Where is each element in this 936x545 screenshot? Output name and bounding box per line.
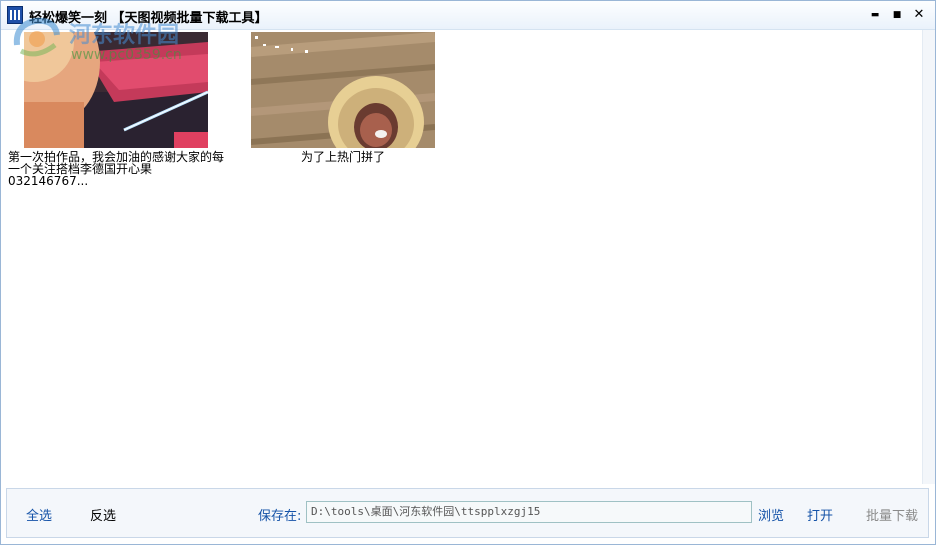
minimize-button[interactable]: ▬ — [865, 6, 885, 24]
app-window: 轻松爆笑一刻 【天图视频批量下载工具】 ▬ ■ ✕ 第一次拍作品，我会加油的感谢… — [0, 0, 936, 545]
video-caption: 为了上热门拼了 — [300, 150, 385, 164]
video-grid: 第一次拍作品，我会加油的感谢大家的每一个关注搭档李德国开心果032146767.… — [2, 30, 923, 484]
select-all-button[interactable]: 全选 — [26, 505, 52, 524]
video-thumbnail[interactable] — [251, 32, 435, 148]
batch-download-button[interactable]: 批量下载 — [866, 505, 918, 524]
app-icon — [7, 6, 23, 24]
scrollbar-track[interactable] — [922, 30, 935, 484]
save-location-label: 保存在: — [258, 509, 302, 524]
save-path-input[interactable]: D:\tools\桌面\河东软件园\ttspplxzgj15 — [306, 501, 752, 523]
browse-button[interactable]: 浏览 — [758, 505, 784, 524]
open-button[interactable]: 打开 — [807, 505, 833, 524]
maximize-button[interactable]: ■ — [887, 6, 907, 24]
bottom-toolbar: 全选 反选 保存在: D:\tools\桌面\河东软件园\ttspplxzgj1… — [6, 488, 929, 538]
title-bar[interactable]: 轻松爆笑一刻 【天图视频批量下载工具】 ▬ ■ ✕ — [1, 1, 935, 30]
video-caption: 第一次拍作品，我会加油的感谢大家的每一个关注搭档李德国开心果032146767.… — [8, 150, 225, 188]
close-button[interactable]: ✕ — [909, 6, 929, 24]
invert-select-button[interactable]: 反选 — [90, 505, 116, 524]
video-thumbnail[interactable] — [24, 32, 208, 148]
window-title: 轻松爆笑一刻 【天图视频批量下载工具】 — [29, 11, 268, 26]
